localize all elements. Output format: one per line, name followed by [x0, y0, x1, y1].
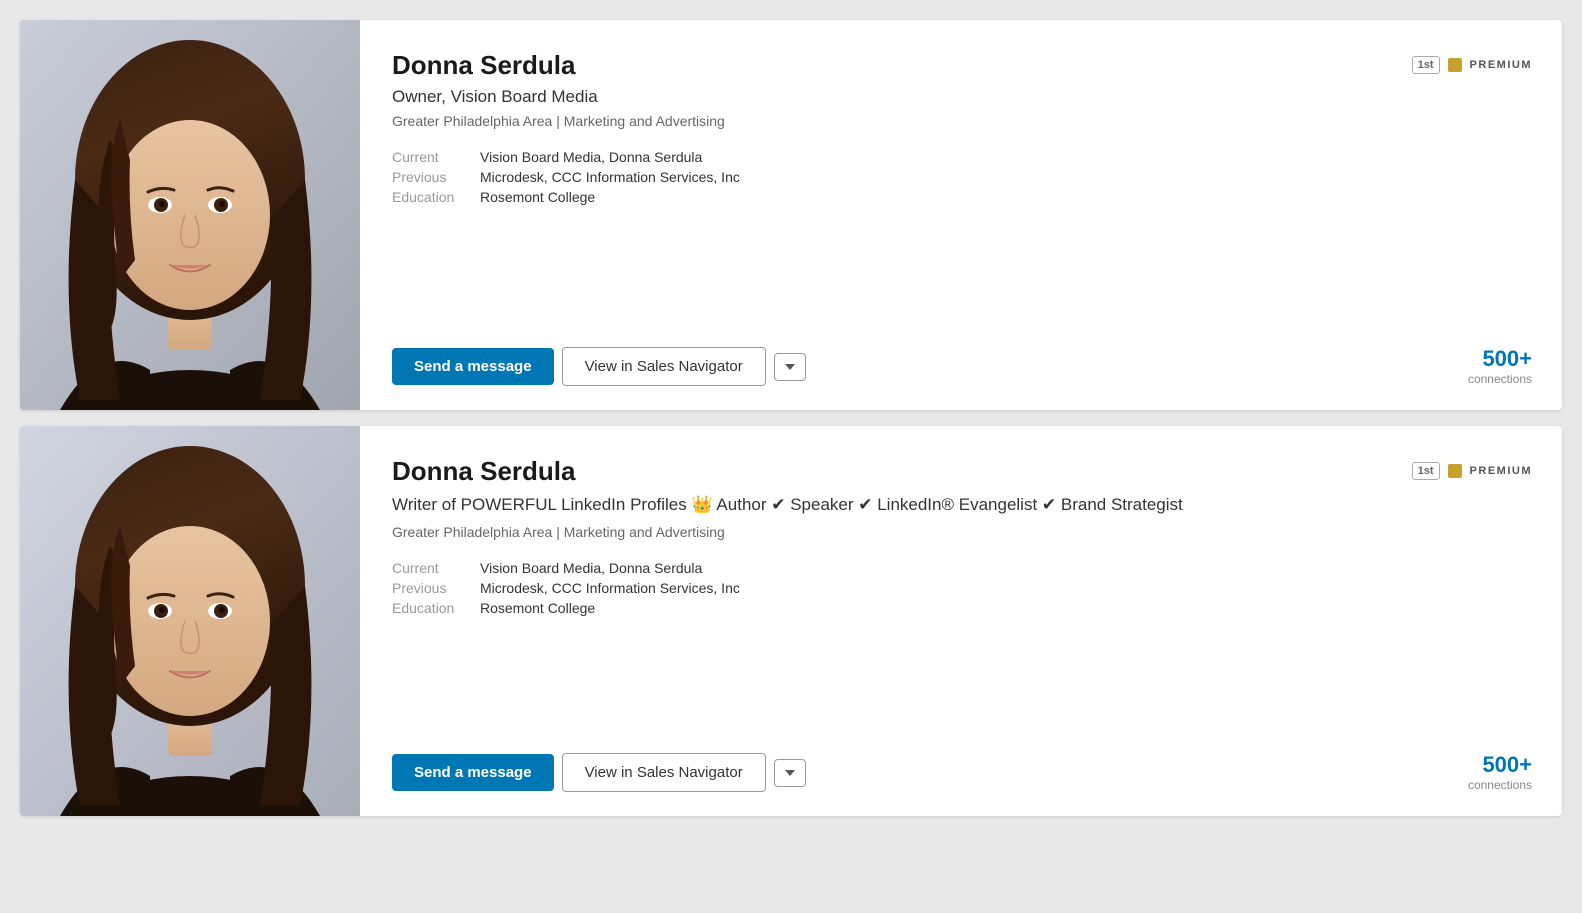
detail-row-education-2: Education Rosemont College — [392, 600, 1532, 616]
profile-top-row-2: Donna Serdula 1st PREMIUM — [392, 456, 1532, 487]
detail-row-current-2: Current Vision Board Media, Donna Serdul… — [392, 560, 1532, 576]
profile-top-row-1: Donna Serdula 1st PREMIUM — [392, 50, 1532, 81]
badge-1st-2: 1st — [1412, 462, 1440, 480]
education-value-2: Rosemont College — [480, 600, 595, 616]
badge-premium-label-2: PREMIUM — [1470, 465, 1532, 477]
current-value-1: Vision Board Media, Donna Serdula — [480, 149, 702, 165]
education-value-1: Rosemont College — [480, 189, 595, 205]
education-label-2: Education — [392, 600, 464, 616]
premium-icon-1 — [1448, 58, 1462, 72]
send-message-button-2[interactable]: Send a message — [392, 754, 554, 791]
current-value-2: Vision Board Media, Donna Serdula — [480, 560, 702, 576]
badge-1st-1: 1st — [1412, 56, 1440, 74]
chevron-down-icon-1 — [785, 364, 795, 370]
previous-label-2: Previous — [392, 580, 464, 596]
profile-name-2: Donna Serdula — [392, 456, 575, 487]
badge-premium-label-1: PREMIUM — [1470, 59, 1532, 71]
profile-title-2: Writer of POWERFUL LinkedIn Profiles 👑 A… — [392, 493, 1532, 518]
profile-card-1: Donna Serdula 1st PREMIUM Owner, Vision … — [20, 20, 1562, 410]
profile-name-1: Donna Serdula — [392, 50, 575, 81]
sales-nav-button-1[interactable]: View in Sales Navigator — [562, 347, 766, 386]
profile-location-2: Greater Philadelphia Area | Marketing an… — [392, 524, 1532, 540]
connections-number-2: 500+ — [1468, 754, 1532, 776]
dropdown-button-2[interactable] — [774, 759, 806, 787]
current-label-2: Current — [392, 560, 464, 576]
previous-value-1: Microdesk, CCC Information Services, Inc — [480, 169, 740, 185]
previous-label-1: Previous — [392, 169, 464, 185]
previous-value-2: Microdesk, CCC Information Services, Inc — [480, 580, 740, 596]
badges-1: 1st PREMIUM — [1412, 56, 1532, 74]
connections-label-2: connections — [1468, 778, 1532, 792]
profile-details-2: Current Vision Board Media, Donna Serdul… — [392, 560, 1532, 616]
sales-nav-button-2[interactable]: View in Sales Navigator — [562, 753, 766, 792]
current-label-1: Current — [392, 149, 464, 165]
premium-icon-2 — [1448, 464, 1462, 478]
detail-row-previous-1: Previous Microdesk, CCC Information Serv… — [392, 169, 1532, 185]
detail-row-current-1: Current Vision Board Media, Donna Serdul… — [392, 149, 1532, 165]
profile-card-2: Donna Serdula 1st PREMIUM Writer of POWE… — [20, 426, 1562, 816]
profile-info-1: Donna Serdula 1st PREMIUM Owner, Vision … — [360, 20, 1562, 410]
profile-photo-2 — [20, 426, 360, 816]
profile-info-2: Donna Serdula 1st PREMIUM Writer of POWE… — [360, 426, 1562, 816]
profile-location-1: Greater Philadelphia Area | Marketing an… — [392, 113, 1532, 129]
badges-2: 1st PREMIUM — [1412, 462, 1532, 480]
education-label-1: Education — [392, 189, 464, 205]
connections-count-2: 500+ connections — [1468, 754, 1532, 792]
connections-count-1: 500+ connections — [1468, 348, 1532, 386]
profile-photo-1 — [20, 20, 360, 410]
send-message-button-1[interactable]: Send a message — [392, 348, 554, 385]
chevron-down-icon-2 — [785, 770, 795, 776]
connections-number-1: 500+ — [1468, 348, 1532, 370]
dropdown-button-1[interactable] — [774, 353, 806, 381]
detail-row-previous-2: Previous Microdesk, CCC Information Serv… — [392, 580, 1532, 596]
profile-actions-1: Send a message View in Sales Navigator 5… — [392, 347, 1532, 386]
connections-label-1: connections — [1468, 372, 1532, 386]
profile-actions-2: Send a message View in Sales Navigator 5… — [392, 753, 1532, 792]
detail-row-education-1: Education Rosemont College — [392, 189, 1532, 205]
profile-details-1: Current Vision Board Media, Donna Serdul… — [392, 149, 1532, 205]
profile-title-1: Owner, Vision Board Media — [392, 87, 1532, 107]
